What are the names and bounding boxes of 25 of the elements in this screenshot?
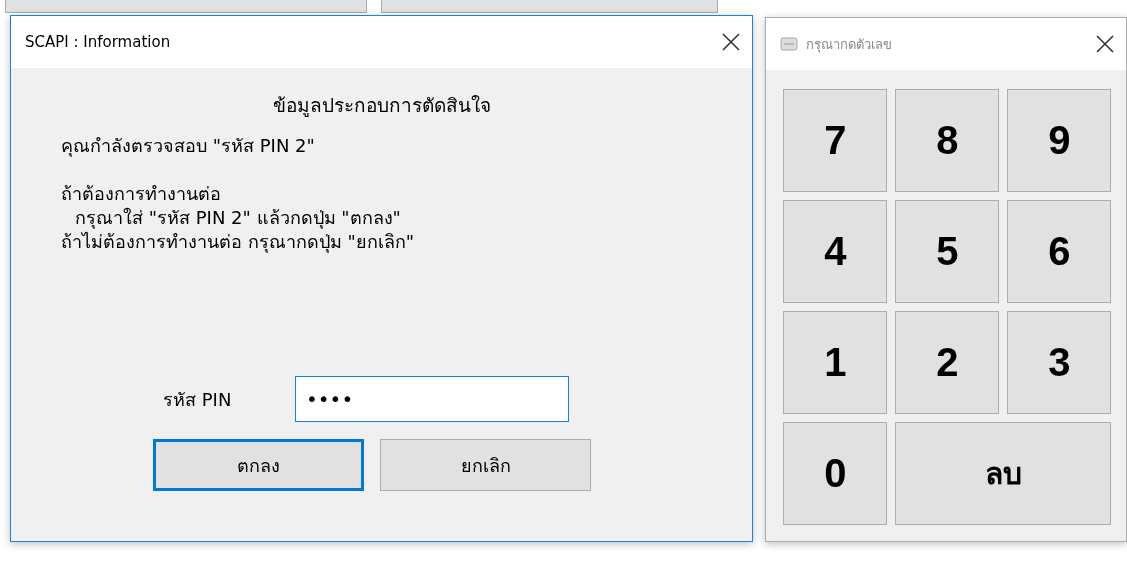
digit-key[interactable]: 5: [895, 200, 1000, 303]
window-title: กรุณากดตัวเลข: [806, 35, 894, 55]
digit-key[interactable]: 2: [895, 311, 1000, 414]
cancel-button[interactable]: ยกเลิก: [380, 439, 591, 491]
digit-key[interactable]: 0: [783, 422, 888, 525]
close-icon[interactable]: [722, 33, 741, 51]
dialog-heading: ข้อมูลประกอบการตัดสินใจ: [271, 93, 492, 119]
window-title: SCAPI : Information: [25, 33, 172, 51]
keyboard-icon: [780, 36, 799, 52]
close-icon[interactable]: [1096, 35, 1114, 53]
message-line: กรุณาใส่ "รหัส PIN 2" แล้วกดปุ่ม "ตกลง": [74, 206, 402, 230]
digit-key[interactable]: 7: [783, 89, 888, 192]
digit-key[interactable]: 6: [1007, 200, 1112, 303]
digit-key[interactable]: 1: [783, 311, 888, 414]
pin-label: รหัส PIN: [163, 387, 233, 412]
delete-key[interactable]: ลบ: [895, 422, 1112, 525]
ok-button[interactable]: ตกลง: [153, 439, 364, 491]
message-line: ถ้าต้องการทำงานต่อ: [60, 182, 222, 206]
message-line: คุณกำลังตรวจสอบ "รหัส PIN 2": [60, 134, 316, 158]
digit-key[interactable]: 4: [783, 200, 888, 303]
message-line: ถ้าไม่ต้องการทำงานต่อ กรุณากดปุ่ม "ยกเลิก": [60, 230, 415, 254]
digit-key[interactable]: 9: [1007, 89, 1112, 192]
digit-key[interactable]: 8: [895, 89, 1000, 192]
digit-key[interactable]: 3: [1007, 311, 1112, 414]
pin-input-field[interactable]: ••••: [295, 376, 569, 422]
